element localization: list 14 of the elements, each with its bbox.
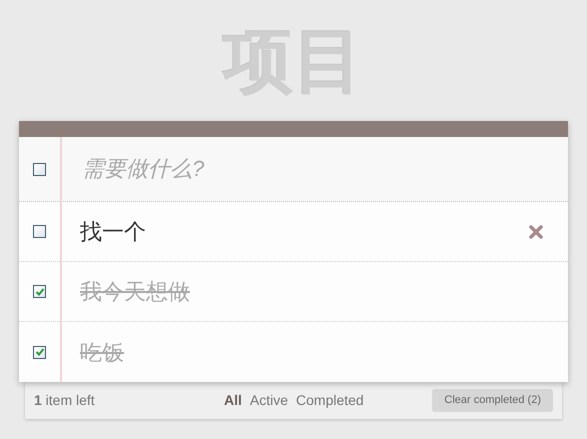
clear-completed-button[interactable]: Clear completed (2)	[432, 389, 553, 412]
new-todo-field[interactable]: 需要做什么?	[62, 137, 568, 201]
checked-checkbox[interactable]	[33, 346, 46, 358]
filter-link[interactable]: All	[224, 390, 242, 411]
todo-text: 找一个	[80, 218, 146, 246]
todo-text: 我今天想做	[80, 278, 190, 306]
delete-icon[interactable]	[528, 224, 544, 240]
items-left-count: 1 item left	[34, 391, 96, 410]
checkbox[interactable]	[33, 225, 46, 238]
filter-link[interactable]: Active	[250, 390, 288, 411]
filter-link[interactable]: Completed	[296, 390, 364, 411]
checked-checkbox[interactable]	[33, 285, 46, 298]
checkbox[interactable]	[33, 162, 46, 176]
todo-text: 吃饭	[80, 338, 124, 366]
